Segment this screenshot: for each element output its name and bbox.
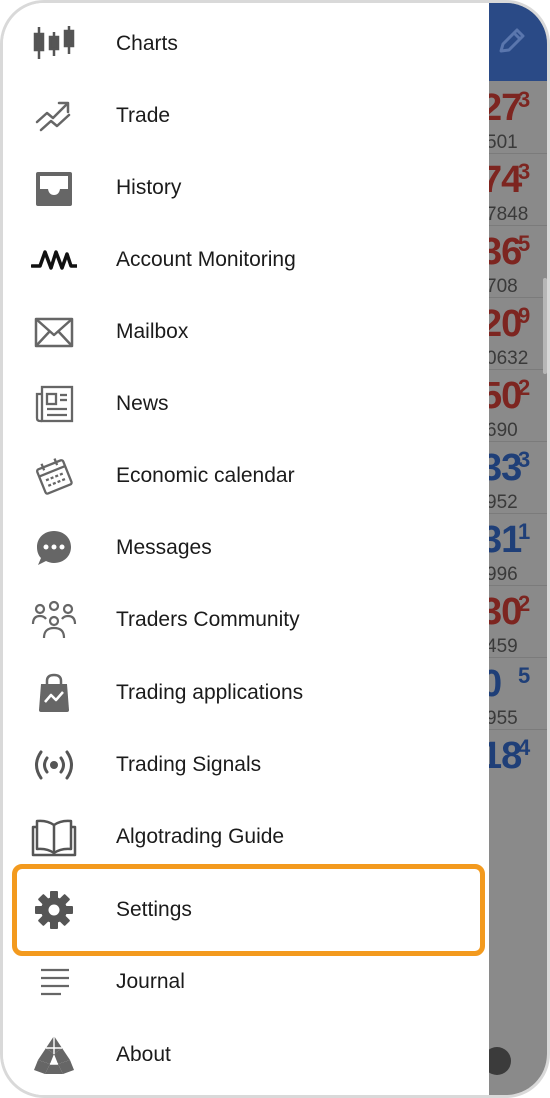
drawer-item-news[interactable]: News: [3, 368, 489, 440]
drawer-item-trade[interactable]: Trade: [3, 80, 489, 152]
broadcast-icon: [31, 745, 77, 785]
drawer-item-economic-calendar[interactable]: Economic calendar: [3, 440, 489, 512]
drawer-item-about[interactable]: About: [3, 1019, 489, 1091]
quote-price-superscript: 5: [518, 231, 531, 256]
drawer-item-label: Account Monitoring: [116, 248, 296, 271]
quote-price-superscript: 4: [518, 735, 531, 760]
edit-pencil-icon: [499, 28, 525, 53]
quote-row: 31 1 996: [489, 513, 547, 586]
quote-price-superscript: 3: [518, 159, 531, 184]
drawer-item-label: Settings: [116, 898, 192, 921]
drawer-item-label: Trade: [116, 104, 171, 127]
quote-price: 20: [489, 303, 522, 345]
quote-row: 74 3 7848: [489, 153, 547, 226]
drawer-item-history[interactable]: History: [3, 152, 489, 224]
quote-price: 30: [489, 591, 522, 633]
open-book-icon: [31, 817, 77, 857]
quote-sub-value: 501: [489, 132, 518, 153]
community-icon: [31, 600, 77, 640]
chat-bubble-icon: [31, 528, 77, 568]
calendar-icon: [31, 456, 77, 496]
drawer-item-messages[interactable]: Messages: [3, 512, 489, 584]
quote-sub-value: 459: [489, 636, 518, 657]
quote-price-superscript: 3: [518, 447, 531, 472]
quote-price-superscript: 1: [518, 519, 531, 544]
drawer-item-traders-community[interactable]: Traders Community: [3, 584, 489, 656]
quote-row: 27 3 501: [489, 81, 547, 154]
gear-icon: [31, 890, 77, 930]
background-app-header: [489, 3, 547, 81]
trade-arrow-icon: [31, 96, 77, 136]
phone-frame: 27 3 501 74 3 7848 36 5 708 20 9 0632 50…: [0, 0, 550, 1098]
drawer-item-label: About: [116, 1043, 171, 1066]
quote-row: 20 9 0632: [489, 297, 547, 370]
drawer-item-mailbox[interactable]: Mailbox: [3, 296, 489, 368]
drawer-item-account-monitoring[interactable]: Account Monitoring: [3, 224, 489, 296]
quote-sub-value: 952: [489, 492, 518, 513]
quote-row: 30 2 459: [489, 585, 547, 658]
pulse-signal-icon: [31, 240, 77, 280]
drawer-item-algotrading-guide[interactable]: Algotrading Guide: [3, 801, 489, 873]
drawer-item-journal[interactable]: Journal: [3, 946, 489, 1018]
quote-sub-value: 955: [489, 708, 518, 729]
quote-price: 74: [489, 159, 522, 201]
quote-row: 36 5 708: [489, 225, 547, 298]
background-app-overlay[interactable]: 27 3 501 74 3 7848 36 5 708 20 9 0632 50…: [489, 3, 547, 1095]
drawer-item-label: Mailbox: [116, 320, 189, 343]
quote-price: 27: [489, 87, 522, 129]
quote-price: 33: [489, 447, 522, 489]
drawer-item-label: Trading Signals: [116, 753, 262, 776]
floating-action-button[interactable]: [489, 1047, 511, 1075]
envelope-icon: [31, 312, 77, 352]
drawer-item-label: Charts: [116, 32, 178, 55]
newspaper-icon: [31, 384, 77, 424]
quote-price-superscript: 5: [518, 663, 531, 688]
drawer-item-label: Journal: [116, 970, 185, 993]
inbox-tray-icon: [31, 168, 77, 208]
lines-list-icon: [31, 962, 77, 1002]
quote-price: 50: [489, 375, 522, 417]
drawer-item-charts[interactable]: Charts: [3, 8, 489, 80]
quote-sub-value: 708: [489, 276, 518, 297]
quote-price-superscript: 2: [518, 591, 531, 616]
quote-row: 0 5 955: [489, 657, 547, 730]
quote-price: 18: [489, 735, 522, 777]
quote-sub-value: 996: [489, 564, 518, 585]
quote-price: 31: [489, 519, 522, 561]
quote-price-superscript: 3: [518, 87, 531, 112]
drawer-item-label: Algotrading Guide: [116, 825, 285, 848]
quote-row: 33 3 952: [489, 441, 547, 514]
metaquotes-logo-icon: [31, 1035, 77, 1075]
candlestick-chart-icon: [31, 24, 77, 64]
quote-row: 50 2 690: [489, 369, 547, 442]
quote-price: 36: [489, 231, 522, 273]
quote-price-superscript: 2: [518, 375, 531, 400]
quote-sub-value: 7848: [489, 204, 529, 225]
drawer-item-label: History: [116, 176, 182, 199]
drawer-item-label: Messages: [116, 536, 212, 559]
drawer-item-label: Traders Community: [116, 608, 300, 631]
drawer-item-label: News: [116, 392, 169, 415]
navigation-drawer: Charts Trade History Account Monitoring …: [3, 3, 489, 1095]
shopping-bag-chart-icon: [31, 673, 77, 713]
quote-sub-value: 690: [489, 420, 518, 441]
quote-row: 18 4: [489, 729, 547, 801]
drawer-item-settings[interactable]: Settings: [3, 874, 489, 946]
quote-price-superscript: 9: [518, 303, 531, 328]
drawer-item-label: Trading applications: [116, 681, 304, 704]
quote-sub-value: 0632: [489, 348, 529, 369]
drawer-item-trading-signals[interactable]: Trading Signals: [3, 729, 489, 801]
drawer-item-trading-applications[interactable]: Trading applications: [3, 657, 489, 729]
quote-price: 0: [489, 663, 502, 706]
drawer-item-label: Economic calendar: [116, 464, 295, 487]
scrollbar-thumb[interactable]: [543, 278, 547, 374]
